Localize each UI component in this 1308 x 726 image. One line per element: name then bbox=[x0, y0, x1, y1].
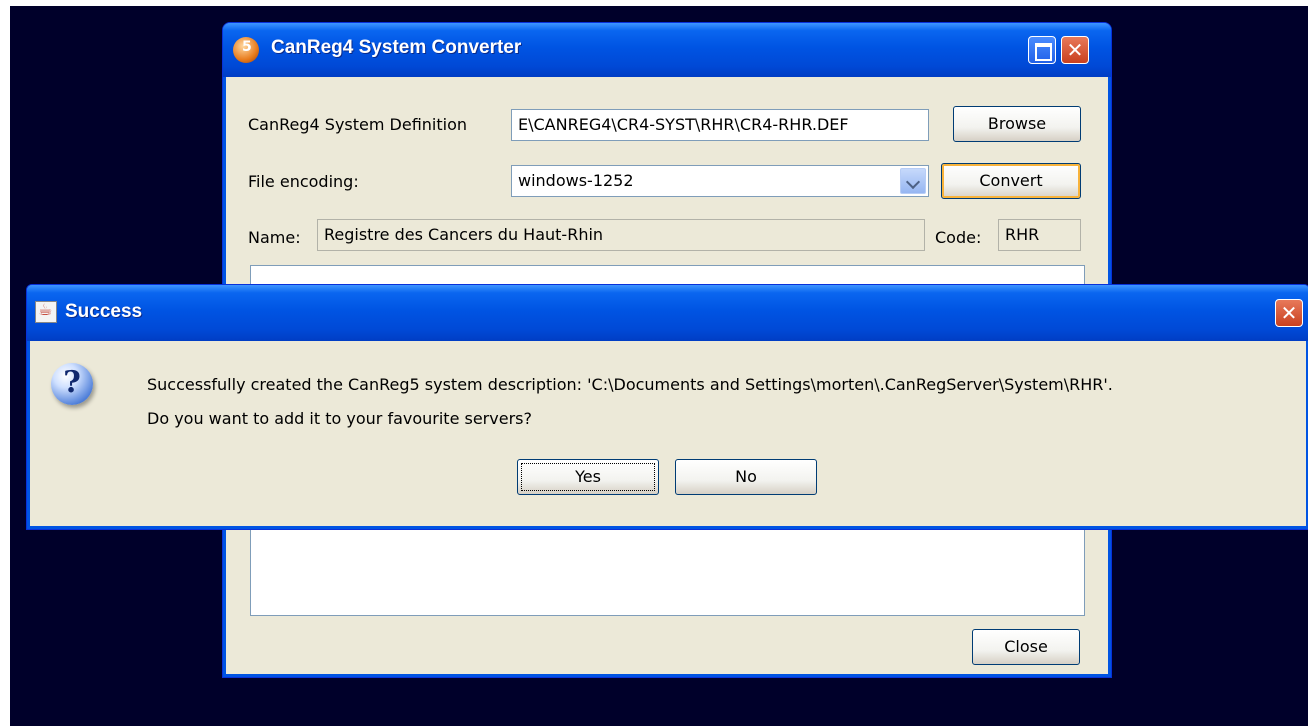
system-definition-label: CanReg4 System Definition bbox=[248, 115, 468, 134]
question-icon: ? bbox=[51, 363, 93, 405]
java-icon bbox=[35, 300, 57, 323]
converter-window-title: CanReg4 System Converter bbox=[271, 37, 522, 58]
converter-titlebar[interactable]: CanReg4 System Converter ✕ bbox=[223, 23, 1111, 77]
success-dialog: Success ✕ ? Successfully created the Can… bbox=[26, 284, 1308, 530]
maximize-icon[interactable] bbox=[1028, 36, 1056, 64]
dialog-message-line-2: Do you want to add it to your favourite … bbox=[147, 409, 532, 428]
name-label: Name: bbox=[248, 228, 301, 247]
file-encoding-label: File encoding: bbox=[248, 172, 359, 191]
dialog-message-line-1: Successfully created the CanReg5 system … bbox=[147, 375, 1113, 394]
close-icon[interactable]: ✕ bbox=[1061, 36, 1089, 64]
close-button[interactable]: Close bbox=[972, 629, 1080, 665]
system-definition-field[interactable]: E\CANREG4\CR4-SYST\RHR\CR4-RHR.DEF bbox=[511, 109, 929, 141]
file-encoding-value: windows-1252 bbox=[518, 171, 634, 190]
no-button[interactable]: No bbox=[675, 459, 817, 495]
chevron-down-icon[interactable] bbox=[900, 168, 926, 194]
yes-button[interactable]: Yes bbox=[517, 459, 659, 495]
yes-button-label: Yes bbox=[575, 467, 601, 486]
browse-button[interactable]: Browse bbox=[953, 106, 1081, 142]
success-dialog-titlebar[interactable]: Success ✕ bbox=[27, 285, 1308, 341]
code-field: RHR bbox=[998, 219, 1081, 251]
name-field: Registre des Cancers du Haut-Rhin bbox=[317, 219, 925, 251]
canreg-app-icon bbox=[233, 37, 259, 63]
success-dialog-title: Success bbox=[65, 301, 143, 322]
convert-button[interactable]: Convert bbox=[941, 163, 1081, 199]
close-icon[interactable]: ✕ bbox=[1275, 299, 1303, 327]
code-label: Code: bbox=[935, 228, 982, 247]
file-encoding-combobox[interactable]: windows-1252 bbox=[511, 165, 929, 197]
